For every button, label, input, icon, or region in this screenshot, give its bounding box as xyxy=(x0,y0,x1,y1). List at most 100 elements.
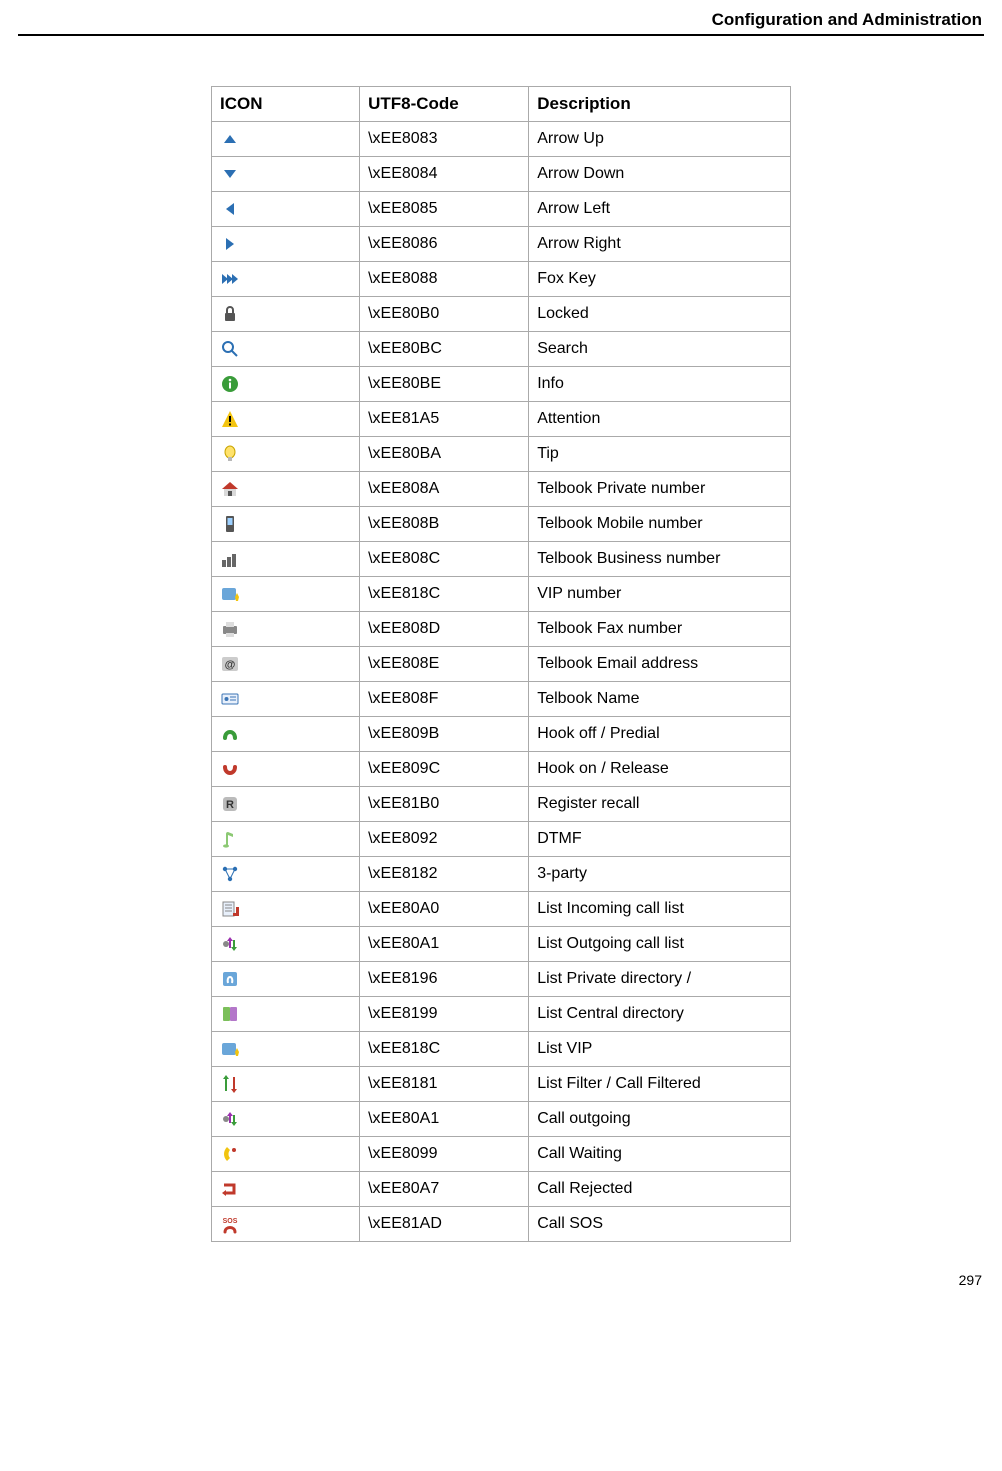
icon-cell xyxy=(212,507,360,542)
mobile-icon xyxy=(220,515,240,532)
description-cell: List Filter / Call Filtered xyxy=(529,1067,791,1102)
table-row: \xEE8199List Central directory xyxy=(212,997,791,1032)
register-recall-icon xyxy=(220,795,240,812)
column-header-desc: Description xyxy=(529,87,791,122)
name-card-icon xyxy=(220,690,240,707)
utf8-code-cell: \xEE808B xyxy=(360,507,529,542)
description-cell: Tip xyxy=(529,437,791,472)
page-header-title: Configuration and Administration xyxy=(18,10,984,30)
icon-cell xyxy=(212,157,360,192)
icon-cell xyxy=(212,1102,360,1137)
arrow-down-icon xyxy=(220,165,240,182)
table-row: \xEE808BTelbook Mobile number xyxy=(212,507,791,542)
vip-icon xyxy=(220,585,240,602)
description-cell: Telbook Email address xyxy=(529,647,791,682)
column-header-icon: ICON xyxy=(212,87,360,122)
description-cell: Hook on / Release xyxy=(529,752,791,787)
utf8-code-cell: \xEE8199 xyxy=(360,997,529,1032)
table-row: \xEE81ADCall SOS xyxy=(212,1207,791,1242)
business-icon xyxy=(220,550,240,567)
utf8-code-cell: \xEE81AD xyxy=(360,1207,529,1242)
utf8-code-cell: \xEE80BC xyxy=(360,332,529,367)
description-cell: Arrow Left xyxy=(529,192,791,227)
table-row: \xEE80A0List Incoming call list xyxy=(212,892,791,927)
tip-icon xyxy=(220,445,240,462)
description-cell: Telbook Private number xyxy=(529,472,791,507)
description-cell: Call Rejected xyxy=(529,1172,791,1207)
utf8-code-cell: \xEE81B0 xyxy=(360,787,529,822)
table-row: \xEE8088Fox Key xyxy=(212,262,791,297)
icon-cell xyxy=(212,682,360,717)
list-central-icon xyxy=(220,1005,240,1022)
icon-cell xyxy=(212,822,360,857)
icon-cell xyxy=(212,647,360,682)
list-private-icon xyxy=(220,970,240,987)
description-cell: List Central directory xyxy=(529,997,791,1032)
table-row: \xEE8085Arrow Left xyxy=(212,192,791,227)
table-row: \xEE809BHook off / Predial xyxy=(212,717,791,752)
description-cell: Call Waiting xyxy=(529,1137,791,1172)
column-header-code: UTF8-Code xyxy=(360,87,529,122)
search-icon xyxy=(220,340,240,357)
utf8-code-cell: \xEE8088 xyxy=(360,262,529,297)
utf8-code-cell: \xEE808E xyxy=(360,647,529,682)
description-cell: Arrow Right xyxy=(529,227,791,262)
description-cell: List Outgoing call list xyxy=(529,927,791,962)
icon-cell xyxy=(212,927,360,962)
icon-cell xyxy=(212,612,360,647)
utf8-code-cell: \xEE80BA xyxy=(360,437,529,472)
icon-cell xyxy=(212,997,360,1032)
hook-off-icon xyxy=(220,725,240,742)
utf8-code-cell: \xEE8085 xyxy=(360,192,529,227)
table-row: \xEE8099Call Waiting xyxy=(212,1137,791,1172)
description-cell: DTMF xyxy=(529,822,791,857)
info-icon xyxy=(220,375,240,392)
description-cell: Arrow Down xyxy=(529,157,791,192)
dtmf-icon xyxy=(220,830,240,847)
description-cell: List Incoming call list xyxy=(529,892,791,927)
description-cell: List VIP xyxy=(529,1032,791,1067)
utf8-code-cell: \xEE809B xyxy=(360,717,529,752)
utf8-code-cell: \xEE8182 xyxy=(360,857,529,892)
table-row: \xEE808CTelbook Business number xyxy=(212,542,791,577)
call-sos-icon xyxy=(220,1215,240,1232)
call-outgoing-icon xyxy=(220,1110,240,1127)
icon-cell xyxy=(212,1067,360,1102)
icon-cell xyxy=(212,787,360,822)
icon-cell xyxy=(212,437,360,472)
attention-icon xyxy=(220,410,240,427)
list-vip-icon xyxy=(220,1040,240,1057)
icon-cell xyxy=(212,717,360,752)
utf8-code-cell: \xEE809C xyxy=(360,752,529,787)
icon-cell xyxy=(212,752,360,787)
utf8-code-cell: \xEE818C xyxy=(360,1032,529,1067)
description-cell: Call SOS xyxy=(529,1207,791,1242)
utf8-code-cell: \xEE808D xyxy=(360,612,529,647)
table-row: \xEE8084Arrow Down xyxy=(212,157,791,192)
table-row: \xEE818CList VIP xyxy=(212,1032,791,1067)
table-row: \xEE8086Arrow Right xyxy=(212,227,791,262)
description-cell: Register recall xyxy=(529,787,791,822)
utf8-code-cell: \xEE8099 xyxy=(360,1137,529,1172)
fox-key-icon xyxy=(220,270,240,287)
icon-cell xyxy=(212,962,360,997)
icon-cell xyxy=(212,1172,360,1207)
icon-cell xyxy=(212,1032,360,1067)
utf8-code-cell: \xEE808A xyxy=(360,472,529,507)
locked-icon xyxy=(220,305,240,322)
icon-reference-table: ICON UTF8-Code Description \xEE8083Arrow… xyxy=(211,86,791,1242)
table-row: \xEE80BATip xyxy=(212,437,791,472)
utf8-code-cell: \xEE8083 xyxy=(360,122,529,157)
utf8-code-cell: \xEE8181 xyxy=(360,1067,529,1102)
table-row: \xEE8092DTMF xyxy=(212,822,791,857)
description-cell: Telbook Fax number xyxy=(529,612,791,647)
description-cell: Fox Key xyxy=(529,262,791,297)
hook-on-icon xyxy=(220,760,240,777)
icon-cell xyxy=(212,892,360,927)
table-row: \xEE80B0Locked xyxy=(212,297,791,332)
table-row: \xEE8196List Private directory / xyxy=(212,962,791,997)
table-row: \xEE81B0Register recall xyxy=(212,787,791,822)
fax-icon xyxy=(220,620,240,637)
icon-cell xyxy=(212,542,360,577)
table-row: \xEE80A7Call Rejected xyxy=(212,1172,791,1207)
